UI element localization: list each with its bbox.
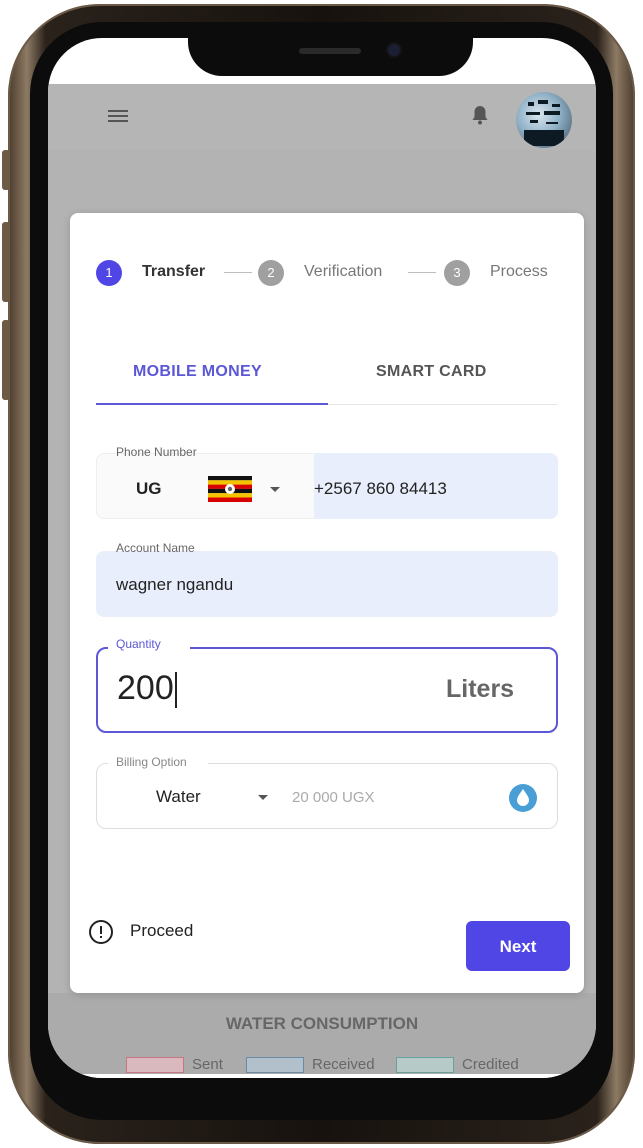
account-name-value: wagner ngandu bbox=[116, 575, 234, 594]
account-name-label: Account Name bbox=[116, 541, 195, 555]
country-dropdown-chevron-icon[interactable] bbox=[270, 487, 280, 492]
quantity-unit: Liters bbox=[446, 675, 515, 703]
billing-option-selected[interactable]: Water bbox=[156, 787, 201, 807]
legend-credited: Credited bbox=[396, 1056, 519, 1076]
phone-notch bbox=[188, 38, 473, 76]
step-3-number: 3 bbox=[444, 260, 470, 286]
bell-icon[interactable] bbox=[470, 104, 490, 126]
step-connector bbox=[408, 272, 436, 273]
country-code[interactable]: UG bbox=[136, 479, 162, 499]
transfer-card: 1 Transfer 2 Verification 3 Process MOBI… bbox=[70, 213, 584, 993]
menu-icon[interactable] bbox=[108, 110, 128, 124]
legend-received: Received bbox=[246, 1056, 375, 1076]
phone-number-value: +2567 860 84413 bbox=[314, 479, 447, 498]
step-2-number: 2 bbox=[258, 260, 284, 286]
water-consumption-title: WATER CONSUMPTION bbox=[225, 1014, 419, 1033]
billing-amount: 20 000 UGX bbox=[292, 789, 375, 806]
phone-screen: 1 Transfer 2 Verification 3 Process MOBI… bbox=[48, 38, 596, 1078]
quantity-label: Quantity bbox=[116, 637, 161, 651]
speaker bbox=[299, 48, 361, 54]
tab-smart-card[interactable]: SMART CARD bbox=[376, 363, 487, 381]
billing-option-label: Billing Option bbox=[116, 755, 187, 769]
front-camera bbox=[388, 44, 400, 56]
legend-swatch bbox=[126, 1057, 184, 1074]
legend-sent: Sent bbox=[126, 1056, 223, 1076]
avatar[interactable] bbox=[516, 92, 572, 148]
step-2-label: Verification bbox=[304, 263, 383, 280]
proceed-text: Proceed bbox=[130, 921, 194, 940]
stepper: 1 Transfer 2 Verification 3 Process bbox=[96, 257, 566, 287]
phone-volume-down bbox=[2, 320, 10, 400]
step-3-label: Process bbox=[490, 263, 548, 280]
step-1-label: Transfer bbox=[142, 263, 206, 280]
text-cursor bbox=[174, 672, 177, 709]
phone-number-label: Phone Number bbox=[116, 445, 197, 459]
app-bar bbox=[48, 84, 596, 150]
next-button[interactable]: Next bbox=[466, 921, 570, 971]
step-connector bbox=[224, 272, 252, 273]
billing-dropdown-chevron-icon[interactable] bbox=[258, 795, 268, 800]
info-icon bbox=[89, 920, 113, 944]
tab-active-indicator bbox=[96, 403, 328, 405]
phone-side-button bbox=[2, 150, 10, 190]
tab-mobile-money[interactable]: MOBILE MONEY bbox=[133, 363, 262, 381]
water-drop-icon bbox=[509, 784, 537, 812]
legend-swatch bbox=[396, 1057, 454, 1074]
quantity-value: 200 bbox=[117, 669, 177, 709]
screen-bottom-edge bbox=[48, 1074, 596, 1078]
uganda-flag-icon[interactable] bbox=[208, 476, 252, 502]
legend-swatch bbox=[246, 1057, 304, 1074]
step-1-number: 1 bbox=[96, 260, 122, 286]
phone-volume-up bbox=[2, 222, 10, 302]
